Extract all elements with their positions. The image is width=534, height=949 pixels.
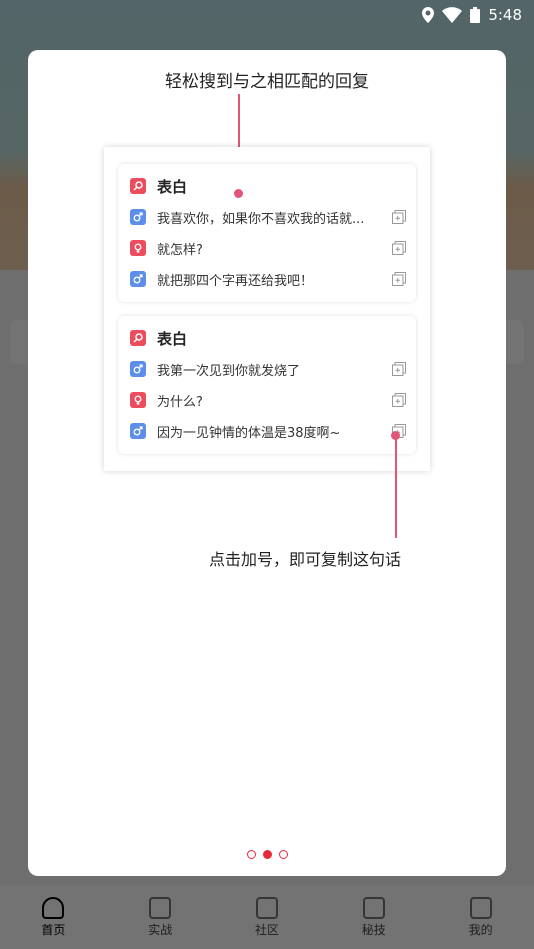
- search-icon: [130, 178, 146, 194]
- battery-icon: [470, 7, 481, 23]
- reply-line-text: 就把那四个字再还给我吧！: [157, 273, 314, 289]
- reply-line-text: 因为一见钟情的体温是38度啊~: [157, 425, 341, 441]
- male-icon: [130, 209, 146, 225]
- female-icon: [130, 392, 146, 408]
- callout-dot-top: [234, 189, 243, 198]
- group-heading: 表白: [130, 176, 406, 196]
- page-dot[interactable]: [278, 850, 288, 859]
- status-bar: 5:48: [0, 0, 534, 30]
- group-heading-label: 表白: [157, 329, 188, 348]
- male-icon: [130, 271, 146, 287]
- dialog-title: 轻松搜到与之相匹配的回复: [165, 72, 369, 92]
- example-preview: 表白 我喜欢你，如果你不喜欢我的话就... 就怎样? 就把那四个字再还给我吧！ …: [104, 147, 430, 471]
- reply-line: 我第一次见到你就发烧了: [130, 359, 406, 379]
- dialog-caption: 点击加号，即可复制这句话: [209, 550, 402, 569]
- female-icon: [130, 240, 146, 256]
- location-icon: [422, 7, 435, 23]
- page-dot[interactable]: [246, 850, 256, 859]
- search-icon: [130, 330, 146, 346]
- copy-plus-icon[interactable]: [392, 362, 406, 376]
- reply-group: 表白 我喜欢你，如果你不喜欢我的话就... 就怎样? 就把那四个字再还给我吧！: [118, 164, 416, 302]
- copy-plus-icon[interactable]: [392, 241, 406, 255]
- wifi-icon: [442, 7, 463, 23]
- page-indicator: [28, 850, 506, 859]
- copy-plus-icon[interactable]: [392, 210, 406, 224]
- status-time: 5:48: [488, 6, 522, 24]
- reply-line-text: 我喜欢你，如果你不喜欢我的话就...: [157, 211, 365, 227]
- callout-line-bottom: [395, 436, 397, 538]
- reply-line: 就把那四个字再还给我吧！: [130, 269, 406, 289]
- copy-plus-icon[interactable]: [392, 393, 406, 407]
- reply-group: 表白 我第一次见到你就发烧了 为什么? 因为一见钟情的体温是38度啊~: [118, 316, 416, 454]
- reply-line-text: 我第一次见到你就发烧了: [157, 363, 301, 379]
- callout-dot-bottom: [391, 431, 400, 440]
- reply-line: 因为一见钟情的体温是38度啊~: [130, 421, 406, 441]
- male-icon: [130, 423, 146, 439]
- reply-line-text: 为什么?: [157, 394, 203, 410]
- copy-plus-icon[interactable]: [392, 272, 406, 286]
- reply-line: 我喜欢你，如果你不喜欢我的话就...: [130, 207, 406, 227]
- reply-line-text: 就怎样?: [157, 242, 203, 258]
- male-icon: [130, 361, 146, 377]
- group-heading-label: 表白: [157, 177, 188, 196]
- reply-line: 为什么?: [130, 390, 406, 410]
- guide-dialog: 轻松搜到与之相匹配的回复 表白 我喜欢你，如果你不喜欢我的话就... 就怎样? …: [28, 50, 506, 876]
- reply-line: 就怎样?: [130, 238, 406, 258]
- page-dot-active[interactable]: [262, 850, 272, 859]
- group-heading: 表白: [130, 328, 406, 348]
